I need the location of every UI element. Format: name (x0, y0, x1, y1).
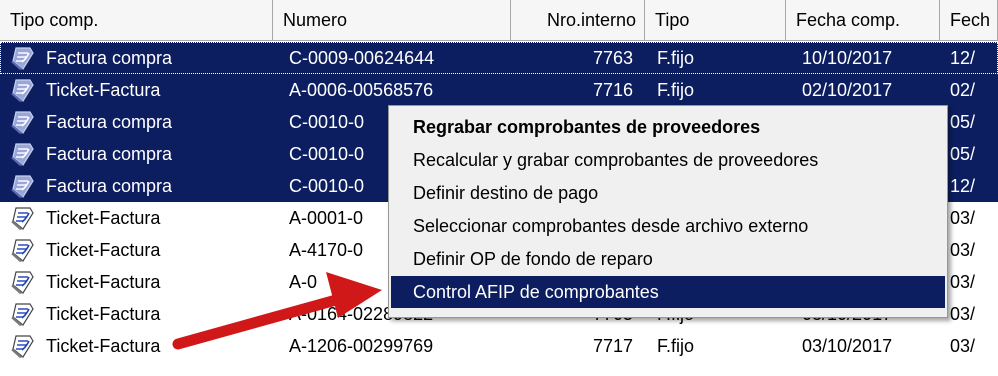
cell-tipo-comp: Factura compra (0, 42, 273, 74)
cell-tipo-comp: Ticket-Factura (0, 74, 273, 106)
menu-item[interactable]: Definir OP de fondo de reparo (391, 243, 945, 275)
cell-fech: 12/ (950, 176, 976, 196)
cell-tipo-comp: Factura compra (0, 106, 273, 138)
cell-nro-interno: 7763 (592, 48, 633, 68)
cell-fech: 03/ (950, 272, 976, 292)
cell-fech: 03/ (950, 208, 976, 228)
cell-tipo: F.fijo (657, 80, 695, 100)
column-header-numero[interactable]: Numero (273, 0, 511, 41)
column-header-tipo-comp[interactable]: Tipo comp. (0, 0, 273, 41)
cell-fech: 05/ (950, 112, 976, 132)
table-row[interactable]: Factura compra C-0009-00624644 7763 F.fijo 1… (0, 42, 998, 74)
context-menu[interactable]: Regrabar comprobantes de proveedores Reca… (388, 105, 948, 318)
cell-nro-interno: 7717 (592, 336, 633, 356)
cell-tipo-comp: Ticket-Factura (0, 202, 273, 234)
cell-fech: 03/ (950, 336, 976, 356)
cell-fech: 12/ (950, 48, 976, 68)
cell-tipo: F.fijo (657, 48, 695, 68)
document-icon (11, 271, 34, 294)
menu-item[interactable]: Recalcular y grabar comprobantes de prov… (391, 144, 945, 176)
grid-header: Tipo comp. Numero Nro.interno Tipo Fecha com… (0, 0, 998, 42)
table-row[interactable]: Ticket-Factura A-0006-00568576 7716 F.fijo 0… (0, 74, 998, 106)
selected-document-icon (11, 111, 34, 134)
document-icon (11, 207, 34, 230)
column-header-tipo[interactable]: Tipo (645, 0, 786, 41)
cell-numero: C-0009-00624644 (289, 48, 435, 68)
cell-fech: 03/ (950, 304, 976, 324)
document-icon (11, 239, 34, 262)
menu-item[interactable]: Control AFIP de comprobantes (391, 276, 945, 308)
cell-fech: 02/ (950, 80, 976, 100)
cell-numero: A-1206-00299769 (289, 336, 434, 356)
document-icon (11, 335, 34, 358)
menu-item[interactable]: Seleccionar comprobantes desde archivo e… (391, 210, 945, 242)
selected-document-icon (11, 175, 34, 198)
cell-tipo: F.fijo (657, 336, 695, 356)
cell-tipo-comp: Ticket-Factura (0, 266, 273, 298)
selected-document-icon (11, 79, 34, 102)
cell-tipo-comp: Factura compra (0, 138, 273, 170)
cell-tipo-comp: Ticket-Factura (0, 330, 273, 362)
cell-fech: 03/ (950, 240, 976, 260)
cell-nro-interno: 7716 (592, 80, 633, 100)
document-icon (11, 303, 34, 326)
cell-tipo-comp: Factura compra (0, 170, 273, 202)
cell-tipo-comp: Ticket-Factura (0, 298, 273, 330)
menu-item[interactable]: Regrabar comprobantes de proveedores (391, 111, 945, 143)
cell-fecha-comp: 03/10/2017 (802, 336, 893, 356)
cell-fecha-comp: 02/10/2017 (802, 80, 893, 100)
cell-fech: 05/ (950, 144, 976, 164)
table-row[interactable]: Ticket-Factura A-1206-00299769 7717 F.fijo 0… (0, 330, 998, 362)
cell-tipo-comp: Ticket-Factura (0, 234, 273, 266)
column-header-fech[interactable]: Fech (940, 0, 998, 41)
column-header-fecha-comp[interactable]: Fecha comp. (786, 0, 940, 41)
column-header-nro-interno[interactable]: Nro.interno (511, 0, 645, 41)
cell-fecha-comp: 10/10/2017 (802, 48, 893, 68)
cell-numero: A-0006-00568576 (289, 80, 434, 100)
selected-document-icon (11, 47, 34, 70)
menu-item[interactable]: Definir destino de pago (391, 177, 945, 209)
selected-document-icon (11, 143, 34, 166)
